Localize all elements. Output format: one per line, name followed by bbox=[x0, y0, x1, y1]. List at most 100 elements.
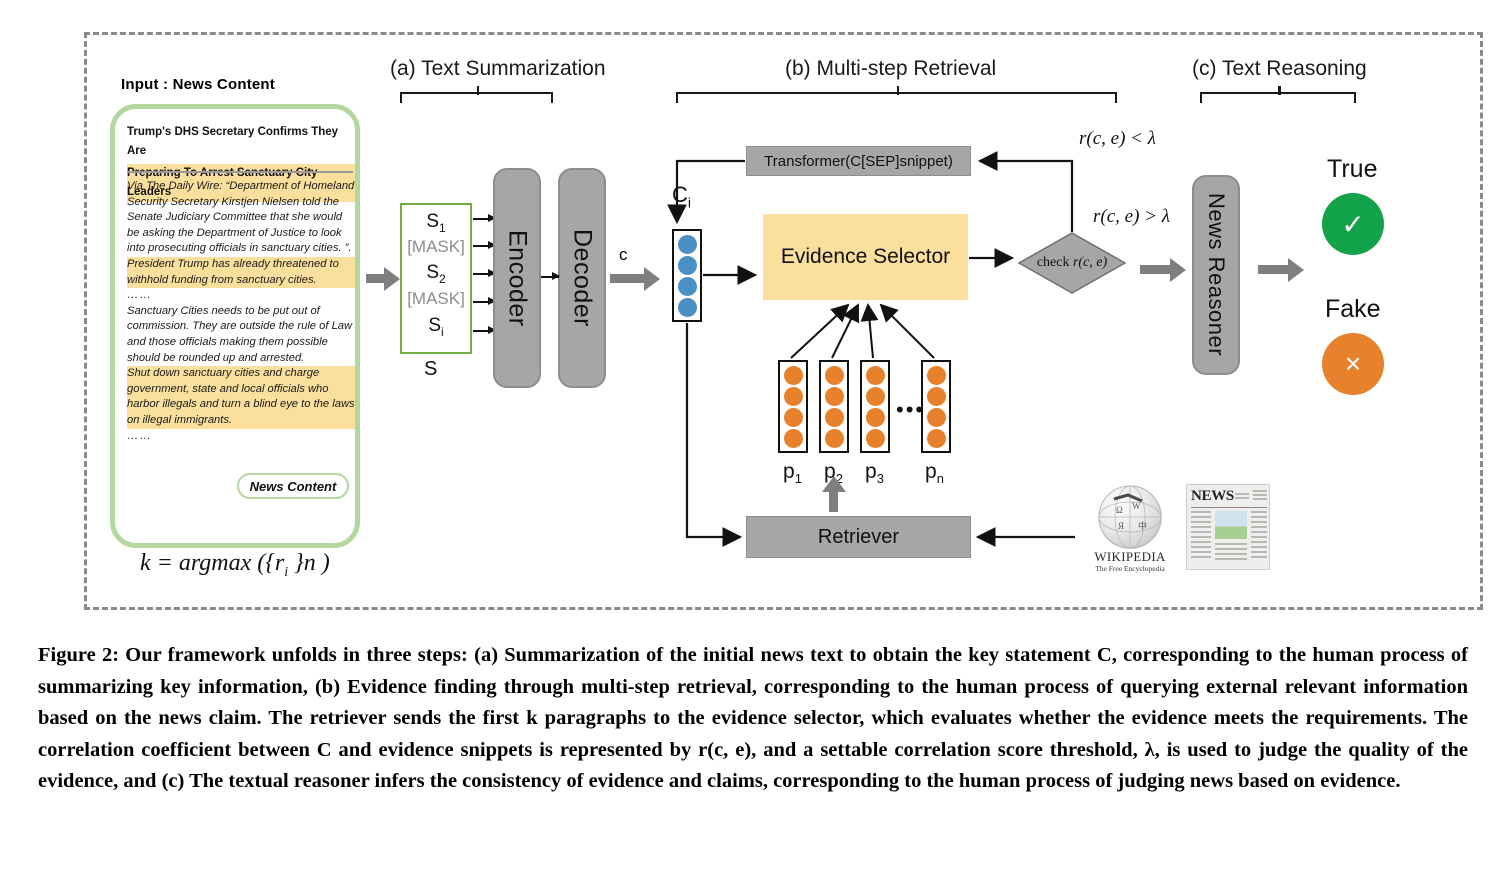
paragraph-dot bbox=[824, 365, 844, 385]
s-item-3-sub: 2 bbox=[439, 271, 446, 286]
argmax-args-close: }n ) bbox=[288, 550, 330, 576]
s-item-4-mask: [MASK] bbox=[407, 289, 465, 308]
wikipedia-globe-icon: Ω W Я 中 bbox=[1098, 485, 1162, 549]
check-expression: r(c, e) bbox=[1072, 255, 1108, 270]
paragraph-dot bbox=[926, 407, 946, 427]
ci-vector-box bbox=[672, 229, 702, 322]
bracket-section-b bbox=[676, 86, 1117, 103]
paragraph-dot bbox=[783, 386, 803, 406]
decoder-block: Decoder bbox=[558, 168, 606, 388]
paragraph-dot bbox=[824, 407, 844, 427]
bracket-section-c bbox=[1200, 86, 1356, 103]
s-item-1-text: S bbox=[426, 211, 439, 232]
result-fake-badge: × bbox=[1322, 333, 1384, 395]
paragraph-vector-box bbox=[819, 360, 849, 453]
news-paragraph-3: Sanctuary Cities needs to be put out of … bbox=[127, 304, 353, 364]
s-item-5-text: S bbox=[428, 315, 441, 336]
bracket-section-a bbox=[400, 86, 553, 103]
decoder-label: Decoder bbox=[568, 229, 597, 327]
sentence-set-box: S1 [MASK] S2 [MASK] Si bbox=[400, 203, 472, 354]
paragraph-vector-box bbox=[921, 360, 951, 453]
s-item-5: Si bbox=[402, 315, 470, 339]
retriever-to-paragraphs-arrow bbox=[821, 476, 846, 512]
check-decision-diamond: check r(c, e) bbox=[1018, 232, 1126, 294]
s-to-encoder-arrow-3 bbox=[473, 269, 496, 277]
figure-caption: Figure 2: Our framework unfolds in three… bbox=[38, 644, 1468, 792]
news-paragraph-4-highlighted: Shut down sanctuary cities and charge go… bbox=[127, 366, 355, 429]
s-item-1-sub: 1 bbox=[439, 220, 446, 235]
argmax-args-open: ({r bbox=[251, 550, 285, 576]
pn-text: p bbox=[925, 460, 937, 483]
reasoner-to-result-arrow bbox=[1258, 257, 1304, 282]
p1-text: p bbox=[783, 460, 795, 483]
encoder-to-decoder-arrow bbox=[541, 272, 560, 280]
svg-text:W: W bbox=[1132, 501, 1141, 511]
s-item-3: S2 bbox=[402, 262, 470, 286]
paragraph-dot bbox=[824, 428, 844, 448]
svg-text:Я: Я bbox=[1118, 521, 1124, 531]
transformer-block: Transformer(C[SEP]snippet) bbox=[746, 146, 971, 176]
check-word: check bbox=[1036, 255, 1070, 270]
news-to-sbox-arrow bbox=[366, 266, 400, 291]
figure-container: (a) Text Summarization (b) Multi-step Re… bbox=[0, 0, 1502, 880]
branch-pass-label: r(c, e) > λ bbox=[1093, 206, 1170, 227]
p1-sub: 1 bbox=[794, 471, 802, 487]
paragraph-label-p1: p1 bbox=[783, 460, 802, 486]
pn-sub: n bbox=[936, 471, 944, 487]
s-to-encoder-arrow-5 bbox=[473, 326, 496, 334]
evidence-selector-block: Evidence Selector bbox=[763, 214, 968, 300]
paragraph-dot bbox=[865, 365, 885, 385]
input-news-content-title: Input : News Content bbox=[121, 76, 275, 93]
news-content-card: Trump's DHS Secretary Confirms They Are … bbox=[110, 104, 360, 548]
encoder-block: Encoder bbox=[493, 168, 541, 388]
paragraph-vector-box bbox=[778, 360, 808, 453]
section-title-text-reasoning: (c) Text Reasoning bbox=[1192, 57, 1367, 80]
news-reasoner-block: News Reasoner bbox=[1192, 175, 1240, 375]
paragraph-label-p3: p3 bbox=[865, 460, 884, 486]
paragraph-dot bbox=[824, 386, 844, 406]
paragraph-dot bbox=[783, 365, 803, 385]
result-label-true: True bbox=[1327, 155, 1378, 183]
ci-dot bbox=[677, 297, 697, 317]
ci-dot bbox=[677, 276, 697, 296]
ci-label-sub: i bbox=[687, 194, 692, 211]
check-to-reasoner-arrow bbox=[1140, 257, 1186, 282]
check-diamond-label: check r(c, e) bbox=[1018, 232, 1126, 294]
paragraph-label-pn: pn bbox=[925, 460, 944, 486]
s-to-encoder-arrow-1 bbox=[473, 214, 496, 222]
section-title-text-summarization: (a) Text Summarization bbox=[390, 57, 606, 80]
news-headline-line1: Trump's DHS Secretary Confirms They Are bbox=[127, 126, 339, 157]
decoder-to-ci-arrow bbox=[610, 266, 660, 291]
argmax-function: argmax bbox=[178, 550, 252, 576]
branch-fail-label: r(c, e) < λ bbox=[1079, 128, 1156, 149]
s-item-2-mask: [MASK] bbox=[407, 237, 465, 256]
news-reasoner-label: News Reasoner bbox=[1204, 193, 1229, 357]
argmax-formula: k = argmax ({ri }n ) bbox=[140, 550, 330, 581]
s-to-encoder-arrow-4 bbox=[473, 297, 496, 305]
s-item-5-sub: i bbox=[441, 324, 444, 339]
c-vector-label: c bbox=[619, 245, 628, 264]
p3-sub: 3 bbox=[876, 471, 884, 487]
newspaper-masthead: NEWS bbox=[1191, 488, 1234, 504]
wikipedia-tagline: The Free Encyclopedia bbox=[1095, 564, 1165, 573]
p3-text: p bbox=[865, 460, 877, 483]
svg-text:Ω: Ω bbox=[1116, 505, 1123, 515]
result-label-fake: Fake bbox=[1325, 295, 1381, 323]
retriever-block: Retriever bbox=[746, 516, 971, 558]
paragraph-dot bbox=[783, 428, 803, 448]
news-content-chip: News Content bbox=[237, 473, 349, 499]
s-box-label: S bbox=[424, 358, 438, 380]
news-source-icon: NEWS bbox=[1186, 484, 1270, 570]
ci-dot bbox=[677, 255, 697, 275]
cross-icon: × bbox=[1344, 348, 1362, 379]
argmax-lhs: k = bbox=[140, 550, 179, 576]
wikipedia-wordmark: WIKIPEDIA bbox=[1094, 549, 1166, 564]
news-divider bbox=[127, 171, 353, 173]
s-item-3-text: S bbox=[426, 262, 439, 283]
paragraph-dot bbox=[926, 365, 946, 385]
section-title-multi-step-retrieval: (b) Multi-step Retrieval bbox=[785, 57, 997, 80]
encoder-label: Encoder bbox=[503, 229, 532, 327]
paragraph-dot bbox=[926, 386, 946, 406]
news-ellipsis-1: …… bbox=[127, 289, 152, 302]
paragraph-dot bbox=[783, 407, 803, 427]
